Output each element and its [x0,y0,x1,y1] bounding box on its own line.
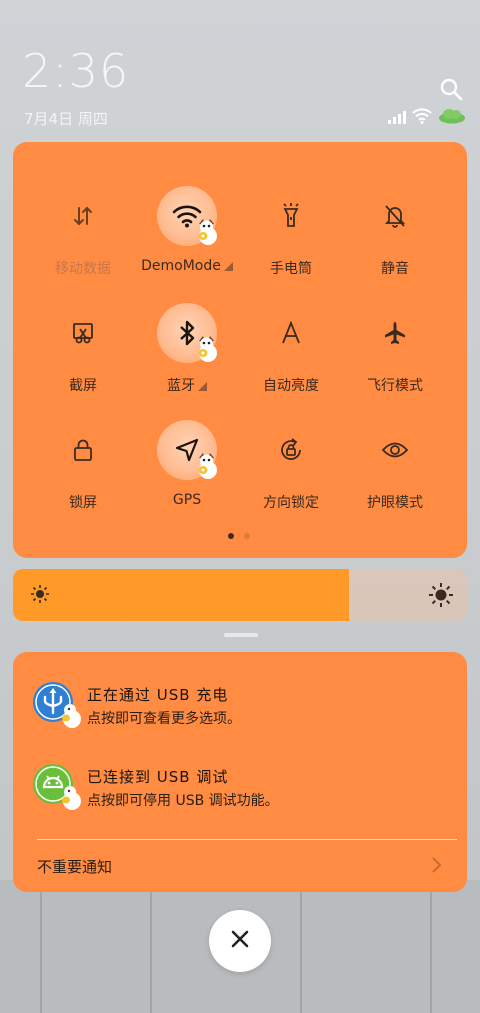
tile-label-text: 方向锁定 [263,495,319,511]
tile-rotation-lock[interactable]: 方向锁定 [236,406,346,516]
mascot-icon [62,704,81,728]
menu-triangle-icon [198,382,207,391]
chevron-right-icon[interactable] [431,856,443,878]
tile-lock[interactable]: 锁屏 [28,406,138,516]
tile-label: 方向锁定 [236,492,346,512]
clock: 2:36 [22,44,130,98]
tile-label-text: DemoMode [141,258,221,274]
tile-label: DemoMode [132,258,242,274]
tile-label-text: 截屏 [69,378,97,394]
tile-gps[interactable]: GPS [132,406,242,516]
letter-a-icon [261,303,321,363]
tile-label: 截屏 [28,375,138,395]
mascot-icon [194,333,220,363]
mascot-icon [194,450,220,480]
mascot-icon [194,216,220,246]
tile-label: 锁屏 [28,492,138,512]
tile-mobile-data[interactable]: 移动数据 [28,172,138,282]
brightness-low-icon [31,585,49,607]
tile-auto-brightness[interactable]: 自动亮度 [236,289,346,399]
tile-label-text: 移动数据 [55,261,111,277]
tile-label: 蓝牙 [132,375,242,395]
rotation-lock-icon [261,420,321,480]
drag-handle[interactable] [224,633,258,637]
notification-subtitle: 点按即可停用 USB 调试功能。 [87,793,279,809]
tile-screenshot[interactable]: 截屏 [28,289,138,399]
tile-wifi[interactable]: DemoMode [132,172,242,282]
tile-label: 静音 [340,258,450,278]
tile-mute[interactable]: 静音 [340,172,450,282]
mascot-icon [62,786,81,810]
eye-icon [365,420,425,480]
page-dot-1[interactable] [228,533,234,539]
brightness-high-icon [429,583,453,611]
tile-label-text: 自动亮度 [263,378,319,394]
tile-label-text: 飞行模式 [367,378,423,394]
notification-title: 正在通过 USB 充电 [87,686,229,704]
tile-eye-care[interactable]: 护眼模式 [340,406,450,516]
tile-label: 飞行模式 [340,375,450,395]
tile-label: 手电筒 [236,258,346,278]
divider [37,839,457,840]
cloud-icon [438,108,466,128]
tile-label-text: 锁屏 [69,495,97,511]
tile-label-text: 手电筒 [270,261,312,277]
scissors-icon [53,303,113,363]
search-icon[interactable] [438,76,464,102]
date: 7月4日 周四 [24,110,108,128]
notification-usb-debugging[interactable]: 已连接到 USB 调试 点按即可停用 USB 调试功能。 [13,764,467,824]
tile-label-text: 蓝牙 [167,378,195,394]
tile-flashlight[interactable]: 手电筒 [236,172,346,282]
status-bar: 2:36 7月4日 周四 [0,0,480,135]
data-arrows-icon [53,186,113,246]
menu-triangle-icon [223,262,233,271]
tile-label: 移动数据 [28,258,138,278]
tile-label-text: GPS [172,492,202,508]
notification-title: 已连接到 USB 调试 [87,768,229,786]
bell-off-icon [365,186,425,246]
page-dot-2[interactable] [244,533,250,539]
flashlight-icon [261,186,321,246]
tile-airplane[interactable]: 飞行模式 [340,289,450,399]
tile-label: GPS [132,492,242,508]
page-indicator[interactable] [228,533,250,539]
tile-bluetooth[interactable]: 蓝牙 [132,289,242,399]
notification-panel: 正在通过 USB 充电 点按即可查看更多选项。 已连接到 USB 调试 点按即可… [13,652,467,892]
tile-label-text: 护眼模式 [367,495,423,511]
quick-settings-panel: 移动数据 DemoMode 手电筒 静音截屏 蓝牙 自动亮度 飞行模式锁屏 GPS 方向锁定 护眼… [13,142,467,558]
notification-usb-charging[interactable]: 正在通过 USB 充电 点按即可查看更多选项。 [13,682,467,742]
wifi-icon [412,108,432,128]
notification-subtitle: 点按即可查看更多选项。 [87,711,241,727]
brightness-fill [13,569,349,621]
close-button[interactable] [209,910,271,972]
tile-label: 自动亮度 [236,375,346,395]
airplane-icon [365,303,425,363]
unimportant-notifications-link[interactable]: 不重要通知 [37,856,112,877]
close-icon [231,930,249,952]
brightness-slider[interactable] [13,569,467,621]
tile-label-text: 静音 [381,261,409,277]
lock-icon [53,420,113,480]
tile-label: 护眼模式 [340,492,450,512]
signal-icon [388,109,406,128]
